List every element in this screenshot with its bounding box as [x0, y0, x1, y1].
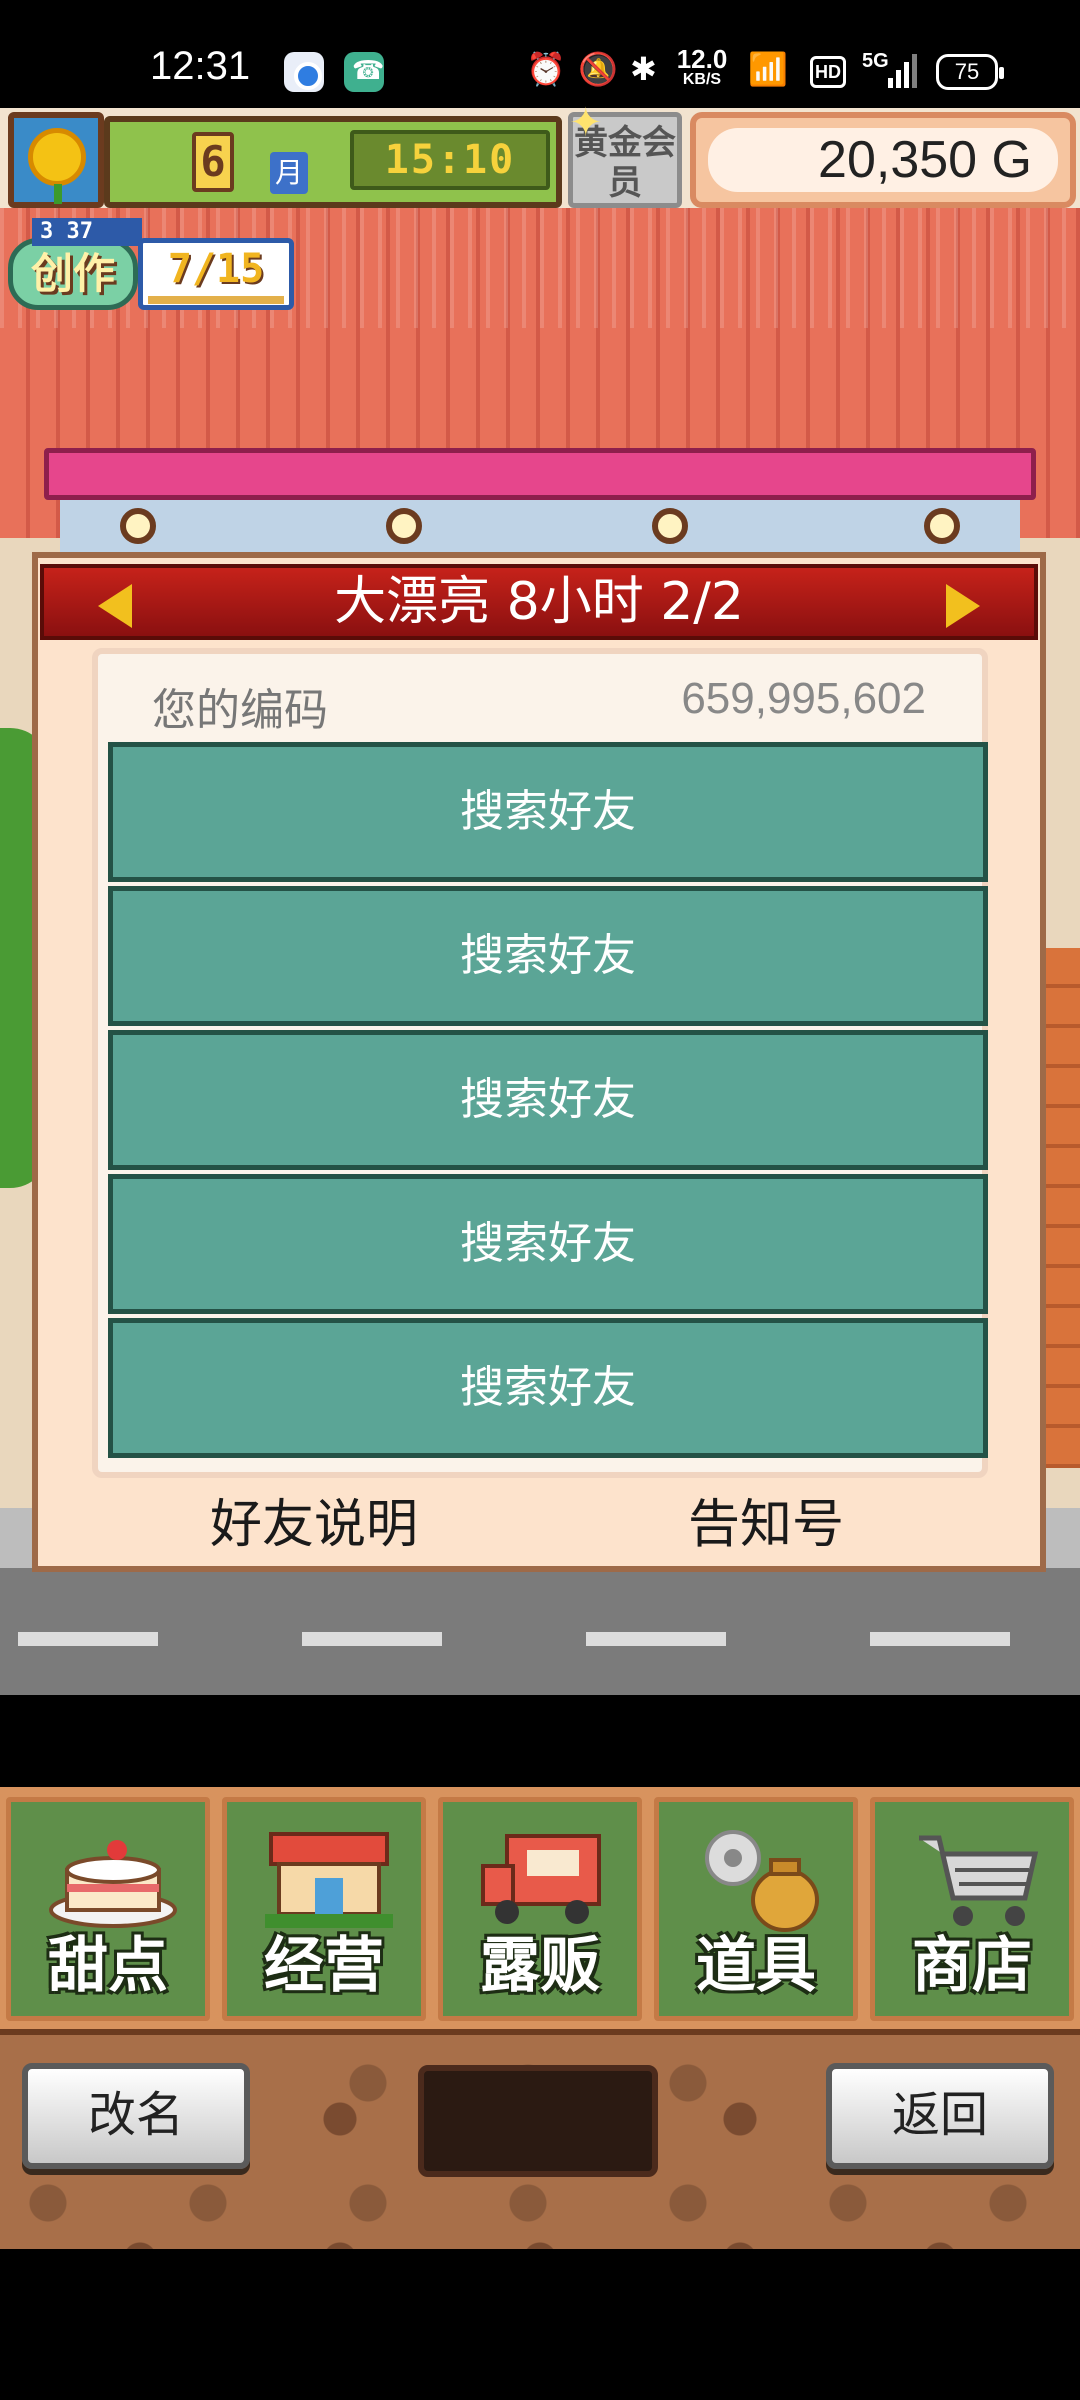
dialog-header: 大漂亮 8小时 2/2	[40, 564, 1038, 640]
alarm-icon: ⏰	[526, 50, 566, 88]
code-value: 659,995,602	[681, 674, 926, 723]
friends-panel: 您的编码 659,995,602 搜索好友 搜索好友 搜索好友 搜索好友 搜索好…	[92, 648, 988, 1478]
menu-food-stall-label: 露贩	[480, 1931, 600, 2001]
create-status[interactable]: 创作 3 37 7/15	[8, 218, 294, 318]
sparkle-icon: ✦	[569, 100, 603, 146]
friend-help-link[interactable]: 好友说明	[210, 1482, 418, 1557]
search-friend-button[interactable]: 搜索好友	[108, 1318, 988, 1458]
mute-bell-icon: 🔕	[578, 50, 618, 88]
calendar-panel: 6 月 15:10	[104, 116, 562, 208]
notification-app-icon	[284, 52, 324, 92]
network-speed: 12.0 KB/S	[672, 46, 732, 88]
network-type: 5G	[862, 50, 889, 72]
money-value: 20,350 G	[708, 128, 1058, 192]
sunflower-icon[interactable]	[8, 112, 104, 208]
menu-food-stall[interactable]: 露贩	[438, 1797, 642, 2021]
bluetooth-icon: ✱	[630, 50, 657, 88]
signal-bars-icon	[888, 54, 917, 88]
status-time: 12:31	[150, 44, 251, 88]
search-friend-button[interactable]: 搜索好友	[108, 1030, 988, 1170]
menu-dessert-label: 甜点	[48, 1931, 168, 2001]
search-friend-button[interactable]: 搜索好友	[108, 1174, 988, 1314]
battery-level: 75	[936, 54, 1004, 90]
create-level: 3 37	[32, 218, 142, 246]
search-friend-button[interactable]: 搜索好友	[108, 886, 988, 1026]
lamp-icon	[924, 508, 960, 544]
lamp-icon	[386, 508, 422, 544]
brick-wall	[1044, 948, 1080, 1468]
gold-member-badge[interactable]: ✦ 黄金会员	[568, 103, 682, 208]
hd-badge: HD	[810, 56, 846, 88]
money-display: 20,350 G	[690, 112, 1076, 208]
network-speed-value: 12.0	[676, 44, 728, 74]
prev-arrow-icon[interactable]	[98, 584, 132, 628]
phone-app-icon	[344, 52, 384, 92]
create-progress-bar	[148, 296, 284, 304]
lamp-icon	[652, 508, 688, 544]
menu-management[interactable]: 经营	[222, 1797, 426, 2021]
menu-management-label: 经营	[264, 1931, 384, 2001]
search-friend-button[interactable]: 搜索好友	[108, 742, 988, 882]
menu-shop[interactable]: 商店	[870, 1797, 1074, 2021]
month-number: 6	[192, 132, 234, 192]
code-label: 您的编码	[152, 685, 328, 736]
month-label: 月	[270, 152, 308, 194]
lamp-icon	[120, 508, 156, 544]
menu-dessert[interactable]: 甜点	[6, 1797, 210, 2021]
menu-shop-label: 商店	[912, 1931, 1032, 2001]
action-bar: 改名 返回	[0, 2029, 1080, 2249]
main-menu: 甜点 经营 露贩 道具 商店	[0, 1787, 1080, 2029]
shop-sign	[44, 448, 1036, 500]
network-speed-unit: KB/S	[682, 71, 722, 88]
menu-items-label: 道具	[696, 1931, 816, 2001]
back-button[interactable]: 返回	[826, 2063, 1054, 2169]
status-bar: 12:31 ⏰ 🔕 ✱ 12.0 KB/S 📶 HD 5G 75	[0, 0, 1080, 108]
dialog-title: 大漂亮 8小时 2/2	[334, 572, 744, 632]
friends-dialog: 大漂亮 8小时 2/2 您的编码 659,995,602 搜索好友 搜索好友 搜…	[32, 552, 1046, 1572]
create-label: 创作	[8, 238, 138, 310]
menu-items[interactable]: 道具	[654, 1797, 858, 2021]
game-clock: 15:10	[350, 130, 550, 190]
empty-slot	[418, 2065, 658, 2177]
rename-button[interactable]: 改名	[22, 2063, 250, 2169]
wifi-icon: 📶	[748, 50, 788, 88]
next-arrow-icon[interactable]	[946, 584, 980, 628]
notice-link[interactable]: 告知号	[688, 1482, 844, 1557]
